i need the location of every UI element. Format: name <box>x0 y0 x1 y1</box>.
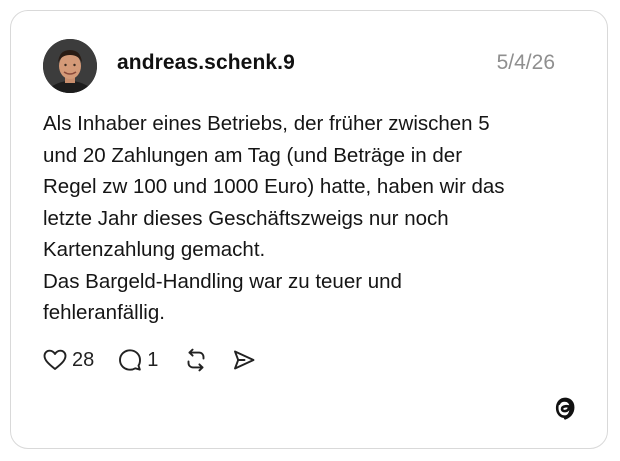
like-button[interactable]: 28 <box>43 349 94 372</box>
send-icon <box>234 350 255 370</box>
repost-button[interactable] <box>184 348 208 372</box>
heart-icon <box>43 349 67 370</box>
post-text-line: letzte Jahr dieses Geschäftszweigs nur n… <box>43 206 449 230</box>
reply-count: 1 <box>147 348 159 371</box>
like-count: 28 <box>72 348 95 371</box>
share-button[interactable] <box>232 348 256 372</box>
threads-logo-icon <box>551 394 579 422</box>
post-text-line: und 20 Zahlungen am Tag (und Beträge in … <box>43 143 463 167</box>
post-text-line: Regel zw 100 und 1000 Euro) hatte, haben… <box>43 175 505 198</box>
post-text: Als Inhaber eines Betriebs, der früher z… <box>43 108 573 329</box>
avatar[interactable] <box>43 39 97 93</box>
post-card: andreas.schenk.9 5/4/26 Als Inhaber eine… <box>10 10 608 449</box>
post-date: 5/4/26 <box>496 51 555 74</box>
post-text-line: Das Bargeld-Handling war zu teuer und <box>43 269 402 293</box>
avatar-image <box>43 39 97 93</box>
username[interactable]: andreas.schenk.9 <box>117 51 295 75</box>
speech-bubble-icon <box>119 349 142 371</box>
post-text-line: fehleranfällig. <box>43 301 165 324</box>
post-text-line: Kartenzahlung gemacht. <box>43 238 266 261</box>
action-bar: 28 1 <box>43 347 256 373</box>
post-text-line: Als Inhaber eines Betriebs, der früher z… <box>43 112 490 135</box>
reply-button[interactable]: 1 <box>118 348 158 372</box>
repost-icon <box>187 348 205 372</box>
